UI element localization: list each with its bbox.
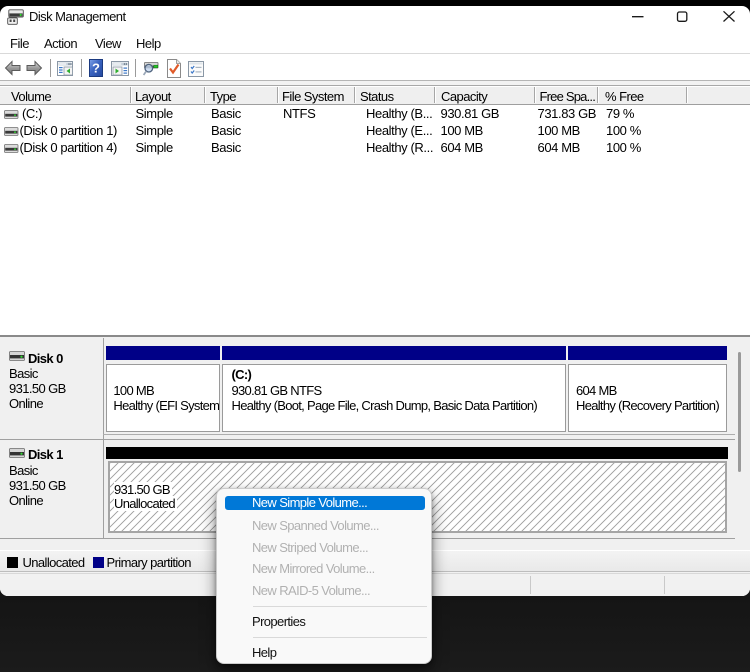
svg-text:?: ? <box>92 61 100 76</box>
